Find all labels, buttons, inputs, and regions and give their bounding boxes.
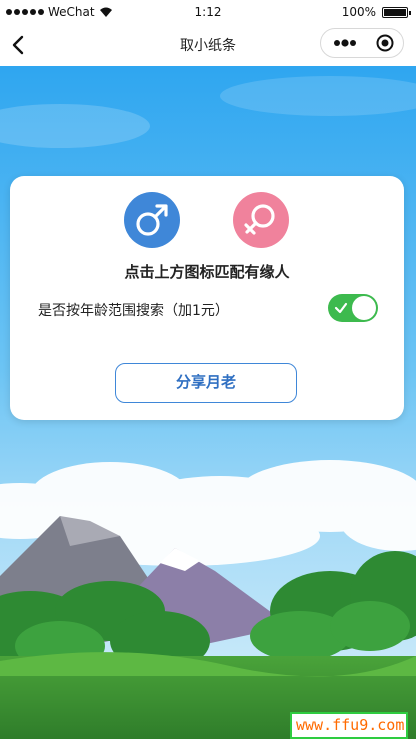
age-range-option-label: 是否按年龄范围搜索（加1元）	[38, 303, 229, 319]
female-symbol-icon[interactable]	[233, 192, 289, 248]
site-watermark: www.ffu9.com	[290, 712, 408, 739]
battery-percent: 100%	[341, 5, 376, 19]
share-button[interactable]: 分享月老	[115, 363, 297, 403]
more-dots-icon[interactable]	[331, 35, 359, 51]
nav-bar: 取小纸条	[0, 24, 416, 66]
match-headline: 点击上方图标匹配有缘人	[124, 263, 290, 281]
mini-program-capsule	[320, 28, 404, 58]
match-card: 点击上方图标匹配有缘人 是否按年龄范围搜索（加1元） 分享月老	[10, 176, 404, 420]
toggle-knob	[352, 296, 376, 320]
battery-icon	[382, 6, 411, 18]
male-glyph-icon	[136, 204, 168, 236]
status-bar: WeChat 1:12 100%	[0, 0, 416, 24]
check-icon	[334, 302, 348, 314]
status-right: 100%	[341, 5, 411, 19]
age-range-toggle[interactable]	[328, 294, 378, 322]
female-glyph-icon	[244, 204, 275, 235]
target-close-icon[interactable]	[376, 34, 394, 52]
male-symbol-icon[interactable]	[124, 192, 180, 248]
